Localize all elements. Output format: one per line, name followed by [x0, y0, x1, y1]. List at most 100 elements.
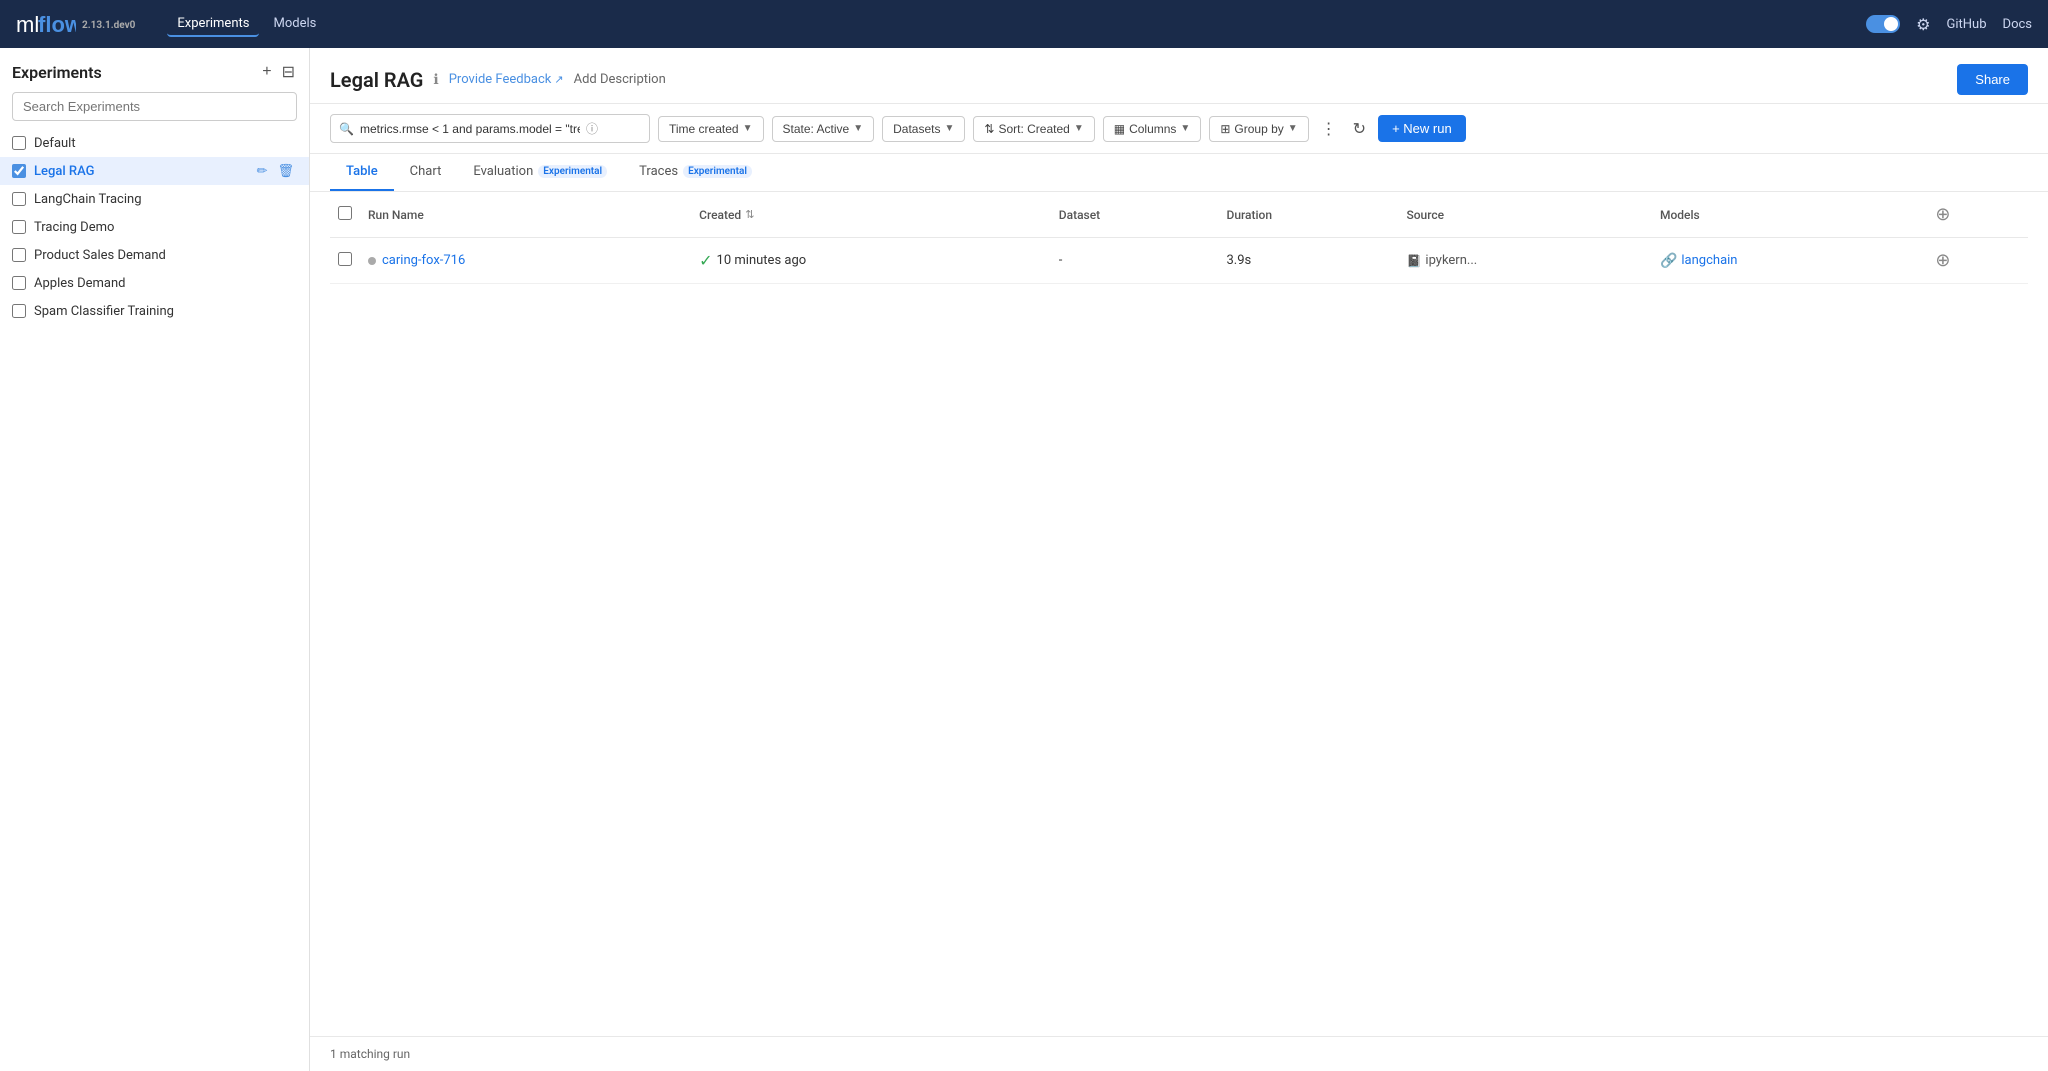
cell-created-0: ✓ 10 minutes ago [691, 238, 1051, 284]
cell-model-0: 🔗 langchain [1652, 238, 1925, 284]
sidebar-item-spam-classifier-training[interactable]: Spam Classifier Training ✏ 🗑 [0, 297, 309, 325]
experiment-header: Legal RAG ℹ Provide Feedback ↗ Add Descr… [310, 48, 2048, 104]
sort-created-icon[interactable]: ⇅ [745, 208, 754, 221]
group-by-filter[interactable]: ⊞ Group by ▼ [1209, 116, 1308, 142]
sidebar-item-spam-classifier-training-label: Spam Classifier Training [34, 304, 246, 319]
topnav-right: ⚙ GitHub Docs [1866, 15, 2032, 34]
row-checkbox-0[interactable] [338, 252, 352, 266]
tab-table[interactable]: Table [330, 154, 394, 191]
sidebar-item-tracing-demo-checkbox[interactable] [12, 220, 26, 234]
model-icon: 🔗 [1660, 253, 1677, 269]
edit-spam-classifier-training-button[interactable]: ✏ [254, 302, 271, 320]
search-experiments-input[interactable] [12, 92, 297, 121]
group-by-icon: ⊞ [1220, 122, 1230, 136]
sidebar-item-legal-rag[interactable]: Legal RAG ✏ 🗑 [0, 157, 309, 185]
table-row: caring-fox-716 ✓ 10 minutes ago - [330, 238, 2028, 284]
search-icon: 🔍 [339, 122, 354, 136]
sidebar-item-apples-demand[interactable]: Apples Demand ✏ 🗑 [0, 269, 309, 297]
sidebar-item-default-label: Default [34, 136, 246, 151]
run-name-link-0[interactable]: caring-fox-716 [382, 253, 465, 268]
add-to-row-button[interactable]: ⊕ [1933, 248, 1952, 273]
datasets-filter[interactable]: Datasets ▼ [882, 116, 965, 142]
edit-default-button[interactable]: ✏ [254, 134, 271, 152]
collapse-sidebar-button[interactable]: ⊟ [280, 60, 297, 84]
edit-product-sales-demand-button[interactable]: ✏ [254, 246, 271, 264]
sidebar-item-product-sales-demand-checkbox[interactable] [12, 248, 26, 262]
external-link-icon: ↗ [554, 73, 563, 86]
sidebar-item-tracing-demo[interactable]: Tracing Demo ✏ 🗑 [0, 213, 309, 241]
run-search-input[interactable] [360, 122, 580, 136]
sidebar-item-langchain-tracing[interactable]: LangChain Tracing ✏ 🗑 [0, 185, 309, 213]
col-source: Source [1398, 192, 1652, 238]
col-duration: Duration [1219, 192, 1399, 238]
delete-apples-demand-button[interactable]: 🗑 [274, 274, 297, 292]
edit-apples-demand-button[interactable]: ✏ [254, 274, 271, 292]
state-filter[interactable]: State: Active ▼ [772, 116, 875, 142]
more-options-button[interactable]: ⋮ [1317, 115, 1341, 143]
delete-legal-rag-button[interactable]: 🗑 [274, 162, 297, 180]
sidebar-title: Experiments [12, 63, 102, 82]
delete-tracing-demo-button[interactable]: 🗑 [274, 218, 297, 236]
sidebar-item-apples-demand-checkbox[interactable] [12, 276, 26, 290]
svg-text:flow: flow [38, 12, 76, 37]
sidebar-item-product-sales-demand[interactable]: Product Sales Demand ✏ 🗑 [0, 241, 309, 269]
tab-chart[interactable]: Chart [394, 154, 458, 191]
top-navigation: ml flow 2.13.1.dev0 Experiments Models ⚙… [0, 0, 2048, 48]
col-run-name: Run Name [360, 192, 691, 238]
columns-filter[interactable]: ▦ Columns ▼ [1103, 116, 1202, 142]
settings-icon[interactable]: ⚙ [1916, 15, 1930, 34]
share-button[interactable]: Share [1957, 64, 2028, 95]
cell-add-0: ⊕ [1925, 238, 2028, 284]
sidebar-item-product-sales-demand-label: Product Sales Demand [34, 248, 246, 263]
version-label: 2.13.1.dev0 [82, 20, 135, 31]
add-description-button[interactable]: Add Description [574, 72, 666, 87]
sidebar-item-default-checkbox[interactable] [12, 136, 26, 150]
search-info-icon[interactable]: ⓘ [586, 120, 598, 137]
github-link[interactable]: GitHub [1947, 17, 1987, 32]
sidebar-item-legal-rag-label: Legal RAG [34, 164, 246, 179]
nav-links: Experiments Models [167, 12, 326, 37]
run-status-dot [368, 257, 376, 265]
edit-legal-rag-button[interactable]: ✏ [254, 162, 271, 180]
tab-traces[interactable]: Traces Experimental [623, 154, 768, 191]
datasets-chevron: ▼ [944, 123, 954, 134]
delete-langchain-tracing-button[interactable]: 🗑 [274, 190, 297, 208]
select-all-checkbox[interactable] [338, 206, 352, 220]
model-link-0[interactable]: 🔗 langchain [1660, 253, 1917, 269]
nav-models[interactable]: Models [263, 12, 326, 37]
sidebar-item-legal-rag-checkbox[interactable] [12, 164, 26, 178]
cell-source-0: 📓 ipykern... [1398, 238, 1652, 284]
sidebar-item-spam-classifier-training-checkbox[interactable] [12, 304, 26, 318]
source-icon: 📓 [1406, 254, 1421, 268]
docs-link[interactable]: Docs [2003, 17, 2032, 32]
edit-langchain-tracing-button[interactable]: ✏ [254, 190, 271, 208]
sidebar-item-tracing-demo-label: Tracing Demo [34, 220, 246, 235]
theme-toggle[interactable] [1866, 15, 1900, 33]
sidebar-actions: + ⊟ [260, 60, 297, 84]
matching-runs-label: 1 matching run [330, 1047, 410, 1061]
time-created-chevron: ▼ [743, 123, 753, 134]
provide-feedback-link[interactable]: Provide Feedback ↗ [449, 72, 564, 87]
sidebar-item-default[interactable]: Default ✏ 🗑 [0, 129, 309, 157]
sidebar-item-langchain-tracing-checkbox[interactable] [12, 192, 26, 206]
edit-tracing-demo-button[interactable]: ✏ [254, 218, 271, 236]
delete-spam-classifier-training-button[interactable]: 🗑 [274, 302, 297, 320]
state-chevron: ▼ [853, 123, 863, 134]
time-created-filter[interactable]: Time created ▼ [658, 116, 764, 142]
nav-experiments[interactable]: Experiments [167, 12, 259, 37]
sidebar-item-legal-rag-icons: ✏ 🗑 [254, 162, 297, 180]
group-by-chevron: ▼ [1288, 123, 1298, 134]
info-icon[interactable]: ℹ [433, 72, 438, 88]
tab-evaluation[interactable]: Evaluation Experimental [457, 154, 623, 191]
add-experiment-button[interactable]: + [260, 60, 273, 84]
add-column-button[interactable]: ⊕ [1933, 202, 1952, 227]
new-run-button[interactable]: + New run [1378, 115, 1466, 142]
columns-chevron: ▼ [1180, 123, 1190, 134]
refresh-button[interactable]: ↻ [1349, 115, 1370, 143]
experiment-title: Legal RAG [330, 68, 423, 92]
cell-duration-0: 3.9s [1219, 238, 1399, 284]
delete-product-sales-demand-button[interactable]: 🗑 [274, 246, 297, 264]
col-models: Models [1652, 192, 1925, 238]
sort-filter[interactable]: ⇅ Sort: Created ▼ [973, 116, 1094, 142]
delete-default-button[interactable]: 🗑 [274, 134, 297, 152]
